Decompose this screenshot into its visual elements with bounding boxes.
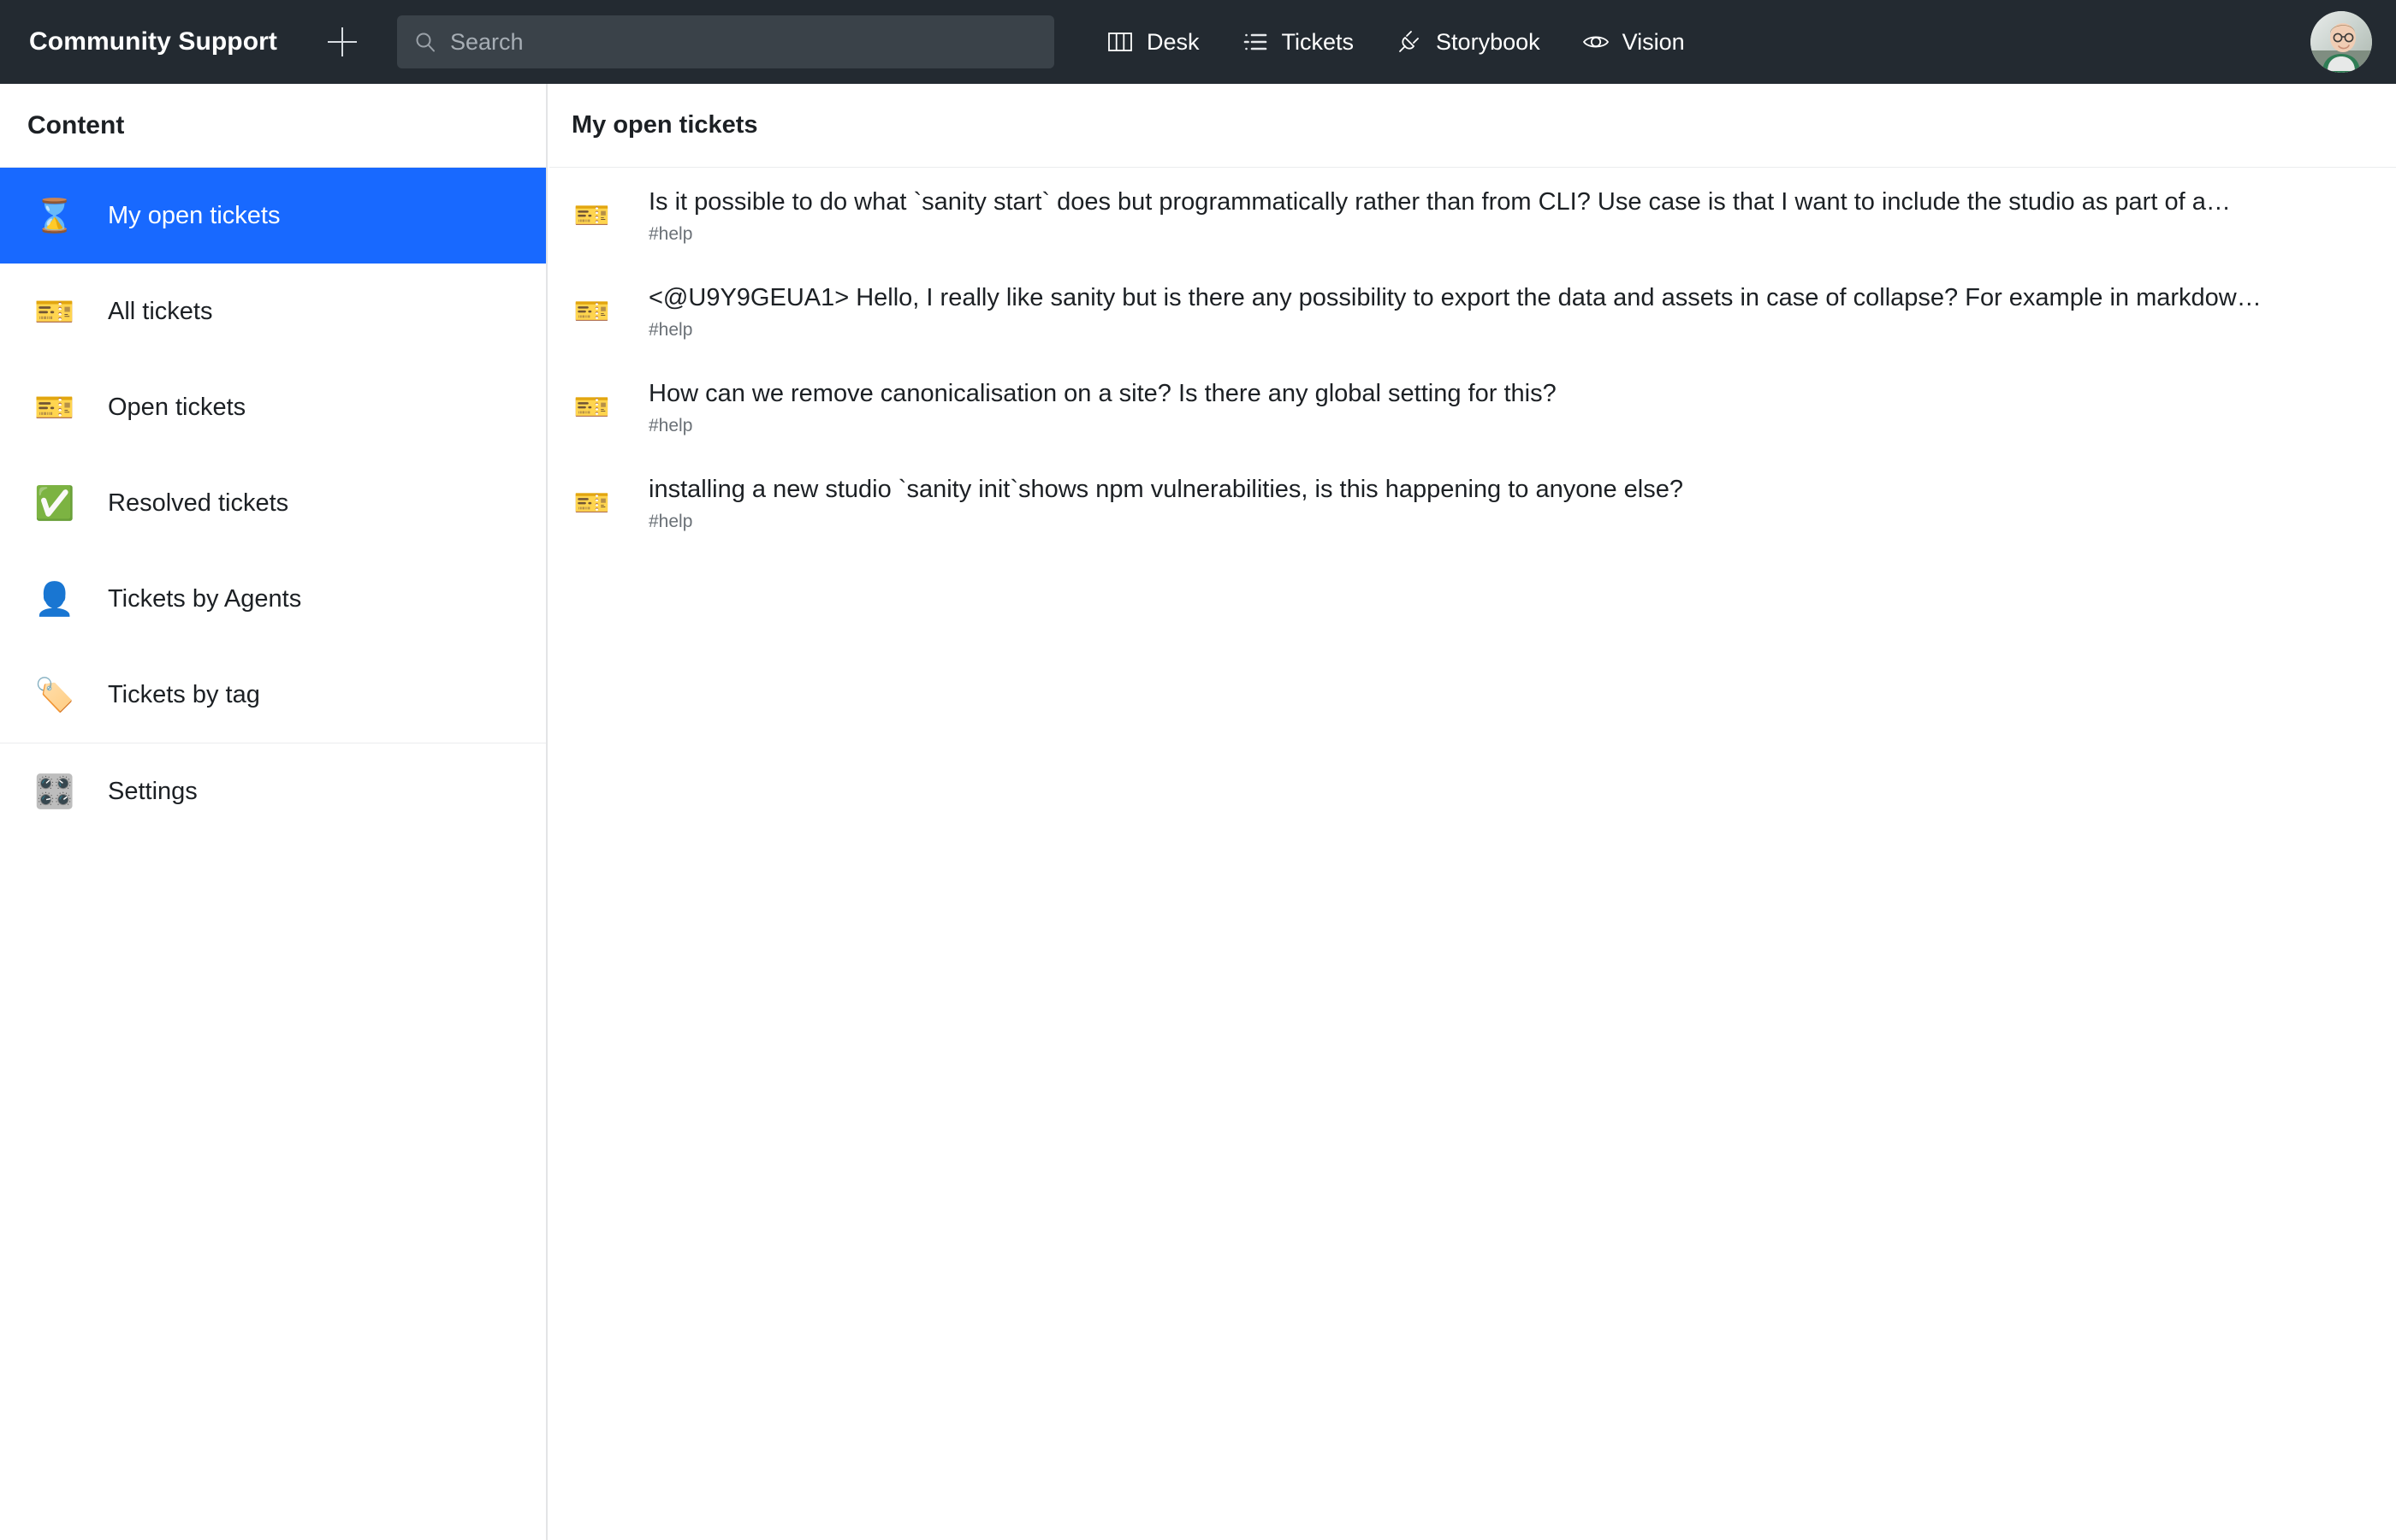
ticket-content: installing a new studio `sanity init`sho…: [649, 474, 2396, 532]
avatar[interactable]: [2310, 11, 2372, 73]
list-icon: [1241, 27, 1270, 56]
ticket-icon: 🎫: [570, 297, 614, 326]
eye-icon: [1581, 27, 1610, 56]
ticket-tag: #help: [649, 415, 2362, 436]
ticket-icon: 🎫: [34, 391, 74, 424]
page-title: My open tickets: [572, 111, 758, 139]
sidebar-item-open-tickets[interactable]: 🎫 Open tickets: [0, 359, 546, 455]
sidebar-item-tickets-by-agents[interactable]: 👤 Tickets by Agents: [0, 551, 546, 647]
sidebar-label-tickets-by-tag: Tickets by tag: [108, 681, 260, 709]
ticket-icon: 🎫: [570, 393, 614, 422]
nav-item-desk[interactable]: Desk: [1085, 15, 1220, 68]
table-row[interactable]: 🎫 Is it possible to do what `sanity star…: [549, 168, 2396, 264]
ticket-content: <@U9Y9GEUA1> Hello, I really like sanity…: [649, 282, 2396, 341]
nav-label-vision: Vision: [1622, 29, 1685, 56]
ticket-title: installing a new studio `sanity init`sho…: [649, 476, 1683, 503]
columns-icon: [1106, 27, 1135, 56]
sidebar-label-resolved-tickets: Resolved tickets: [108, 489, 288, 518]
plug-icon: [1395, 27, 1424, 56]
sidebar-header: Content: [0, 84, 546, 168]
sidebar-label-my-open-tickets: My open tickets: [108, 202, 280, 230]
ticket-tag: #help: [649, 223, 2362, 245]
ticket-icon: 🎫: [570, 201, 614, 230]
tag-icon: 🏷️: [34, 678, 74, 711]
table-row[interactable]: 🎫 installing a new studio `sanity init`s…: [549, 455, 2396, 551]
sidebar-item-my-open-tickets[interactable]: ⌛ My open tickets: [0, 168, 546, 264]
ticket-icon: 🎫: [570, 489, 614, 518]
nav-label-tickets: Tickets: [1282, 29, 1355, 56]
ticket-icon: 🎫: [34, 295, 74, 328]
hourglass-icon: ⌛: [34, 199, 74, 232]
nav-label-desk: Desk: [1147, 29, 1200, 56]
top-nav: Desk Tickets: [1085, 15, 1705, 68]
ticket-title: How can we remove canonicalisation on a …: [649, 380, 1557, 407]
main-header: My open tickets: [549, 84, 2396, 168]
sidebar: Content ⌛ My open tickets 🎫 All tickets …: [0, 84, 548, 1540]
ticket-content: Is it possible to do what `sanity start`…: [649, 187, 2396, 245]
add-new-button[interactable]: [318, 18, 366, 66]
check-mark-icon: ✅: [34, 487, 74, 519]
table-row[interactable]: 🎫 How can we remove canonicalisation on …: [549, 359, 2396, 455]
main-panel: My open tickets 🎫 Is it possible to do w…: [549, 84, 2396, 1540]
sidebar-label-all-tickets: All tickets: [108, 298, 212, 326]
sidebar-item-settings[interactable]: 🎛️ Settings: [0, 743, 546, 839]
ticket-content: How can we remove canonicalisation on a …: [649, 378, 2396, 436]
app-title: Community Support: [29, 27, 277, 56]
sidebar-label-settings: Settings: [108, 778, 198, 806]
ticket-tag: #help: [649, 511, 2362, 532]
sidebar-title: Content: [27, 111, 124, 140]
control-knobs-icon: 🎛️: [34, 775, 74, 808]
sidebar-item-resolved-tickets[interactable]: ✅ Resolved tickets: [0, 455, 546, 551]
person-icon: 👤: [34, 583, 74, 615]
nav-label-storybook: Storybook: [1436, 29, 1540, 56]
ticket-title: <@U9Y9GEUA1> Hello, I really like sanity…: [649, 284, 2262, 311]
search-input[interactable]: Search: [397, 15, 1054, 68]
sidebar-item-tickets-by-tag[interactable]: 🏷️ Tickets by tag: [0, 647, 546, 743]
sidebar-item-all-tickets[interactable]: 🎫 All tickets: [0, 264, 546, 359]
nav-item-vision[interactable]: Vision: [1561, 15, 1705, 68]
sidebar-label-tickets-by-agents: Tickets by Agents: [108, 585, 301, 613]
ticket-title: Is it possible to do what `sanity start`…: [649, 188, 2231, 216]
nav-item-tickets[interactable]: Tickets: [1220, 15, 1375, 68]
search-placeholder: Search: [450, 29, 524, 56]
nav-item-storybook[interactable]: Storybook: [1374, 15, 1561, 68]
sidebar-label-open-tickets: Open tickets: [108, 394, 246, 422]
table-row[interactable]: 🎫 <@U9Y9GEUA1> Hello, I really like sani…: [549, 264, 2396, 359]
top-bar: Community Support Search Desk: [0, 0, 2396, 84]
ticket-tag: #help: [649, 319, 2362, 341]
search-icon: [414, 31, 436, 53]
